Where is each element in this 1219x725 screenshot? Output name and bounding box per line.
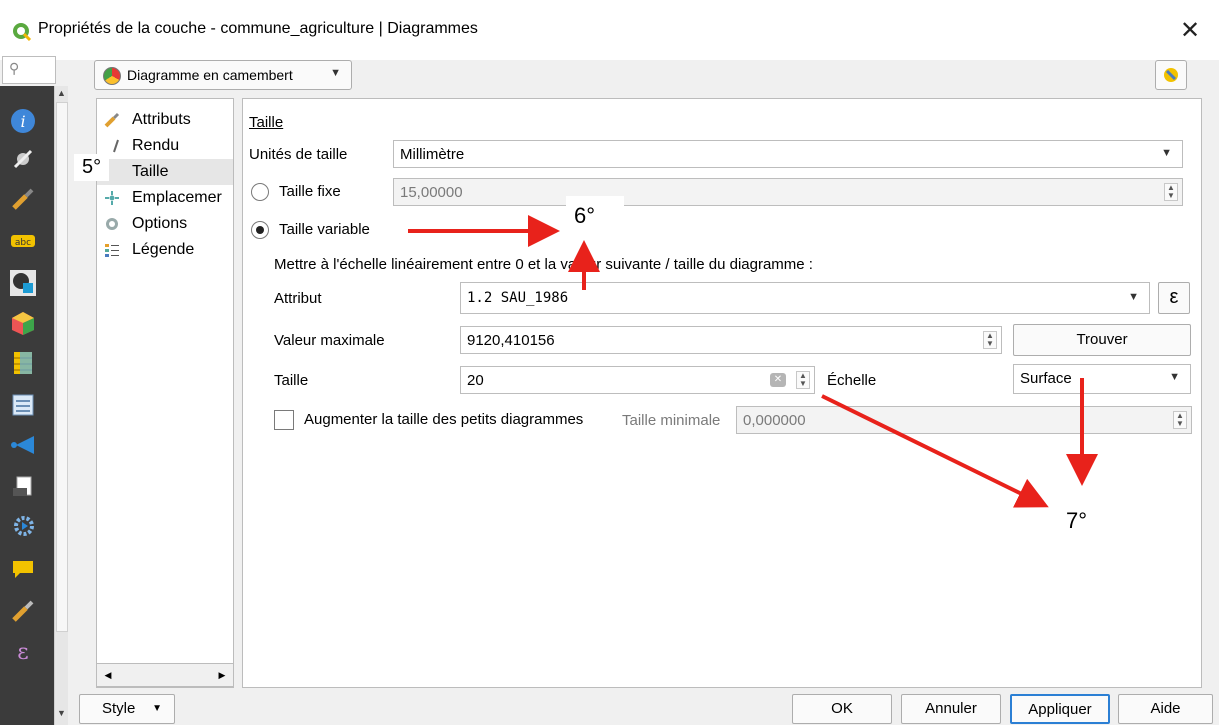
annotation-arrows <box>408 215 1098 508</box>
arrow-to-step-7 <box>821 394 1049 508</box>
